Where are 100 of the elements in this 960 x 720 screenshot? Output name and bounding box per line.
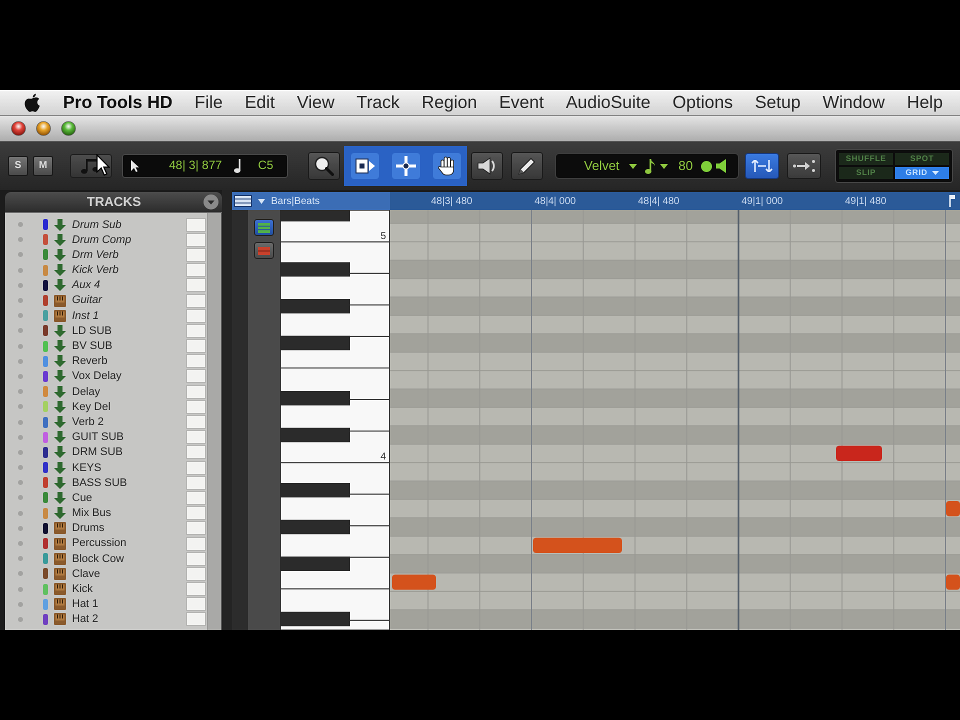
track-name[interactable]: Clave <box>72 568 186 580</box>
down-arrow-icon <box>54 431 66 444</box>
menu-item[interactable]: Window <box>822 92 885 112</box>
track-name[interactable]: Drm Verb <box>72 248 186 262</box>
trim-tool-button[interactable] <box>344 146 385 186</box>
menu-item[interactable]: Region <box>422 92 478 112</box>
dot-icon[interactable] <box>18 480 23 486</box>
caret-icon[interactable] <box>629 164 638 168</box>
track-name[interactable]: Hat 1 <box>72 598 186 610</box>
scrub-tool-button[interactable] <box>471 152 503 180</box>
track-name[interactable]: Delay <box>72 386 186 398</box>
dot-icon[interactable] <box>18 282 23 288</box>
dropdown-icon[interactable] <box>203 194 219 210</box>
sharp-key[interactable] <box>280 612 350 626</box>
dot-icon[interactable] <box>18 434 23 440</box>
dot-icon[interactable] <box>18 526 23 531</box>
dot-icon[interactable] <box>18 268 23 273</box>
sharp-key[interactable] <box>280 428 350 442</box>
dot-icon[interactable] <box>18 465 23 470</box>
toggle-button[interactable] <box>745 153 779 179</box>
dot-icon[interactable] <box>18 556 23 562</box>
dot-icon[interactable] <box>18 495 23 500</box>
dot-icon[interactable] <box>18 450 23 455</box>
menu-item[interactable]: Options <box>672 92 733 112</box>
track-name[interactable]: Reverb <box>72 355 186 368</box>
mute-button[interactable]: M <box>33 156 53 176</box>
track-name[interactable]: Inst 1 <box>72 310 186 322</box>
maximize-button[interactable] <box>61 121 76 136</box>
caret-icon[interactable] <box>660 164 668 168</box>
track-name[interactable]: GUIT SUB <box>72 431 186 444</box>
eighth-note-icon[interactable] <box>645 158 656 174</box>
track-name[interactable]: Kick <box>72 583 186 596</box>
grabber-tool-button[interactable] <box>426 146 467 186</box>
track-name[interactable]: Drums <box>72 522 186 534</box>
dot-icon[interactable] <box>18 344 23 349</box>
apple-icon[interactable] <box>24 92 41 112</box>
dot-icon[interactable] <box>18 252 23 258</box>
track-name[interactable]: DRM SUB <box>72 446 186 458</box>
dot-icon[interactable] <box>18 313 23 318</box>
pencil-tool-button[interactable] <box>511 152 543 180</box>
track-name[interactable]: Hat 2 <box>72 613 186 626</box>
dot-icon[interactable] <box>18 586 23 592</box>
view-toggle-button[interactable] <box>254 219 274 236</box>
view-toggle-button[interactable] <box>254 242 274 259</box>
zoom-tool-button[interactable] <box>308 152 340 180</box>
track-name[interactable]: Drum Comp <box>72 234 186 246</box>
menu-item[interactable]: Setup <box>754 92 801 112</box>
ruler-tick-label: 48|4| 000 <box>534 196 576 206</box>
midi-note[interactable] <box>946 574 960 590</box>
sharp-key[interactable] <box>280 520 350 534</box>
track-name[interactable]: LD SUB <box>72 324 186 337</box>
sharp-key[interactable] <box>280 262 350 277</box>
dot-icon[interactable] <box>18 328 23 334</box>
track-name[interactable]: Mix Bus <box>72 507 186 520</box>
dot-icon[interactable] <box>18 420 23 425</box>
dot-icon[interactable] <box>18 510 23 516</box>
dot-icon[interactable] <box>18 222 23 228</box>
scrollbar-track[interactable] <box>207 213 222 630</box>
sharp-key[interactable] <box>280 336 350 350</box>
menu-item[interactable]: Edit <box>244 92 275 112</box>
track-name[interactable]: Aux 4 <box>72 279 186 292</box>
dot-icon[interactable] <box>18 616 23 622</box>
menu-item[interactable]: Track <box>356 92 400 112</box>
dot-icon[interactable] <box>18 358 23 364</box>
dot-icon[interactable] <box>18 298 23 304</box>
dot-icon[interactable] <box>18 602 23 607</box>
track-name[interactable]: BV SUB <box>72 340 186 352</box>
solo-button[interactable]: S <box>8 156 28 176</box>
track-name[interactable]: Kick Verb <box>72 264 186 276</box>
track-name[interactable]: KEYS <box>72 462 186 474</box>
dot-icon[interactable] <box>18 389 23 394</box>
dot-icon[interactable] <box>18 237 23 242</box>
toggle-button[interactable] <box>787 153 821 179</box>
dot-icon[interactable] <box>18 404 23 410</box>
sound-name[interactable]: Velvet <box>584 158 620 174</box>
ruler-icon[interactable] <box>234 195 252 207</box>
menu-item[interactable]: AudioSuite <box>566 92 651 112</box>
track-name[interactable]: Percussion <box>72 537 186 550</box>
track-name[interactable]: Drum Sub <box>72 218 186 231</box>
track-name[interactable]: Key Del <box>72 400 186 413</box>
track-name[interactable]: Vox Delay <box>72 370 186 383</box>
menu-item[interactable]: File <box>194 92 223 112</box>
dot-icon[interactable] <box>18 571 23 576</box>
pitch-readout: C5 <box>258 159 274 173</box>
track-name[interactable]: Cue <box>72 492 186 504</box>
dot-icon[interactable] <box>18 374 23 379</box>
track-name[interactable]: Verb 2 <box>72 416 186 428</box>
marker-icon[interactable] <box>948 195 954 207</box>
midi-note[interactable] <box>946 501 960 516</box>
track-name[interactable]: Guitar <box>72 294 186 307</box>
velocity-value[interactable]: 80 <box>678 158 693 174</box>
track-name[interactable]: Block Cow <box>72 552 186 565</box>
app-menu[interactable]: Pro Tools HD <box>63 92 173 112</box>
close-button[interactable] <box>11 121 26 136</box>
menu-item[interactable]: View <box>296 92 335 112</box>
menu-item[interactable]: Help <box>906 92 943 112</box>
dot-icon[interactable] <box>18 541 23 546</box>
track-name[interactable]: BASS SUB <box>72 476 186 489</box>
minimize-button[interactable] <box>36 121 51 136</box>
menu-item[interactable]: Event <box>499 92 544 112</box>
